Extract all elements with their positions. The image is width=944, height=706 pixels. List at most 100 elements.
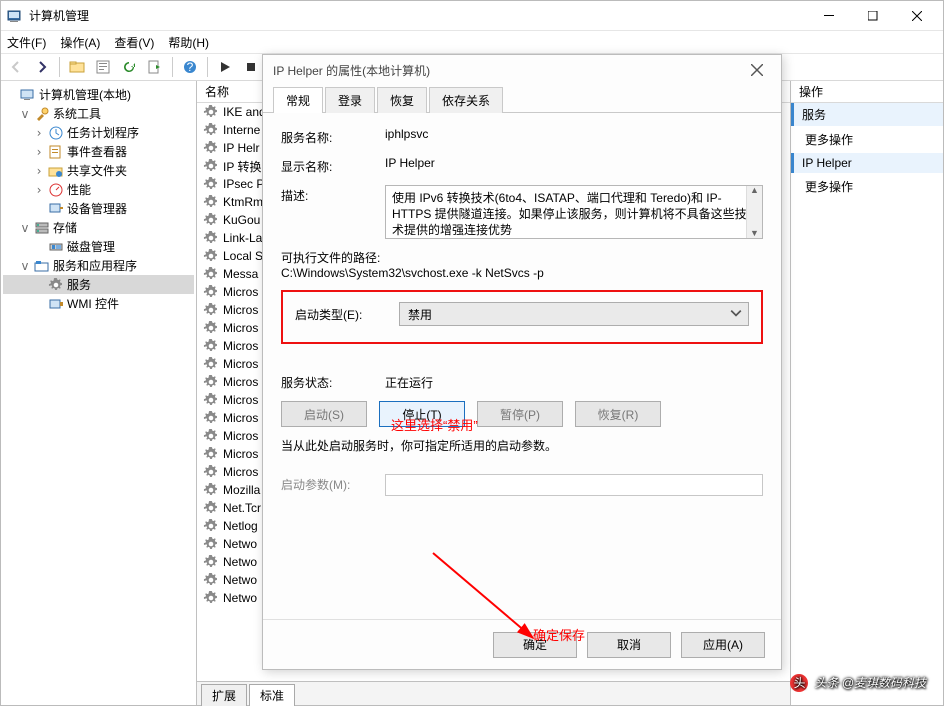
tree-system-tools[interactable]: v系统工具	[3, 104, 194, 123]
tree-disk-mgmt[interactable]: ·磁盘管理	[3, 237, 194, 256]
dialog-close-button[interactable]	[739, 57, 775, 83]
gear-icon	[203, 536, 219, 552]
help-button[interactable]: ?	[179, 56, 201, 78]
service-name: Micros	[223, 447, 258, 461]
actions-section-services[interactable]: 服务	[791, 103, 943, 126]
apps-icon	[34, 258, 50, 274]
gear-icon	[203, 140, 219, 156]
menu-action[interactable]: 操作(A)	[60, 34, 100, 51]
pause-button: 暂停(P)	[477, 401, 563, 427]
value-status: 正在运行	[385, 374, 433, 391]
gear-icon	[203, 446, 219, 462]
list-tab-standard[interactable]: 标准	[249, 684, 295, 706]
service-name: Netwo	[223, 537, 257, 551]
gear-icon	[203, 248, 219, 264]
navigation-tree[interactable]: ·计算机管理(本地) v系统工具 ›任务计划程序 ›事件查看器 ›共享文件夹 ›…	[1, 81, 197, 705]
tree-task-scheduler[interactable]: ›任务计划程序	[3, 123, 194, 142]
list-tab-extended[interactable]: 扩展	[201, 684, 247, 706]
service-name: Mozilla	[223, 483, 260, 497]
label-description: 描述:	[281, 185, 373, 204]
actions-header: 操作	[791, 81, 943, 103]
gear-icon	[203, 500, 219, 516]
service-name: Micros	[223, 303, 258, 317]
gear-icon	[203, 374, 219, 390]
gear-icon	[203, 176, 219, 192]
nav-back-button	[5, 56, 27, 78]
titlebar: 计算机管理	[1, 1, 943, 31]
label-exe-path: 可执行文件的路径:	[281, 249, 763, 266]
tree-services[interactable]: ·服务	[3, 275, 194, 294]
properties-dialog: IP Helper 的属性(本地计算机) 常规 登录 恢复 依存关系 服务名称:…	[262, 54, 782, 670]
startup-type-highlight: 启动类型(E): 禁用	[281, 290, 763, 344]
tree-shared-folders[interactable]: ›共享文件夹	[3, 161, 194, 180]
gear-icon	[203, 104, 219, 120]
tree-svc-apps[interactable]: v服务和应用程序	[3, 256, 194, 275]
tree-root[interactable]: ·计算机管理(本地)	[3, 85, 194, 104]
dialog-title: IP Helper 的属性(本地计算机)	[273, 62, 739, 79]
gear-icon	[203, 392, 219, 408]
refresh-button[interactable]	[118, 56, 140, 78]
nav-forward-button[interactable]	[31, 56, 53, 78]
service-name: Micros	[223, 465, 258, 479]
gear-icon	[203, 212, 219, 228]
tree-event-viewer[interactable]: ›事件查看器	[3, 142, 194, 161]
performance-icon	[48, 182, 64, 198]
gear-icon	[203, 572, 219, 588]
tools-icon	[34, 106, 50, 122]
value-description[interactable]: 使用 IPv6 转换技术(6to4、ISATAP、端口代理和 Teredo)和 …	[385, 185, 763, 239]
gear-icon	[203, 122, 219, 138]
menu-help[interactable]: 帮助(H)	[168, 34, 209, 51]
window-title: 计算机管理	[29, 7, 807, 24]
ok-button[interactable]: 确定	[493, 632, 577, 658]
service-name: IKE and	[223, 105, 266, 119]
service-name: Interne	[223, 123, 260, 137]
close-button[interactable]	[895, 2, 939, 30]
actions-more-2[interactable]: 更多操作	[791, 173, 943, 200]
folder-button[interactable]	[66, 56, 88, 78]
clock-icon	[48, 125, 64, 141]
startup-type-select[interactable]: 禁用	[399, 302, 749, 326]
tab-dependencies[interactable]: 依存关系	[429, 87, 503, 113]
service-name: IP Helr	[223, 141, 259, 155]
gear-icon	[203, 410, 219, 426]
tree-storage[interactable]: v存储	[3, 218, 194, 237]
value-display-name: IP Helper	[385, 156, 763, 170]
gear-icon	[203, 266, 219, 282]
menubar: 文件(F) 操作(A) 查看(V) 帮助(H)	[1, 31, 943, 53]
service-name: Netwo	[223, 591, 257, 605]
tab-recovery[interactable]: 恢复	[377, 87, 427, 113]
watermark: 头头条 @麦琪数码科技	[790, 671, 926, 692]
minimize-button[interactable]	[807, 2, 851, 30]
gear-icon	[203, 518, 219, 534]
gear-icon	[203, 428, 219, 444]
tree-wmi[interactable]: ·WMI 控件	[3, 294, 194, 313]
start-service-button[interactable]	[214, 56, 236, 78]
stop-service-button[interactable]	[240, 56, 262, 78]
stop-button[interactable]: 停止(T)	[379, 401, 465, 427]
gear-icon	[203, 230, 219, 246]
gear-icon	[203, 284, 219, 300]
cancel-button[interactable]: 取消	[587, 632, 671, 658]
tab-logon[interactable]: 登录	[325, 87, 375, 113]
label-service-name: 服务名称:	[281, 127, 373, 146]
actions-more-1[interactable]: 更多操作	[791, 126, 943, 153]
actions-section-iphelper[interactable]: IP Helper	[791, 153, 943, 173]
maximize-button[interactable]	[851, 2, 895, 30]
gear-icon	[203, 464, 219, 480]
gear-icon	[203, 590, 219, 606]
gear-icon	[203, 482, 219, 498]
service-name: IPsec P	[223, 177, 264, 191]
description-scrollbar[interactable]: ▲▼	[746, 186, 762, 238]
apply-button[interactable]: 应用(A)	[681, 632, 765, 658]
services-icon	[48, 277, 64, 293]
tab-general[interactable]: 常规	[273, 87, 323, 113]
menu-view[interactable]: 查看(V)	[114, 34, 154, 51]
menu-file[interactable]: 文件(F)	[7, 34, 46, 51]
service-name: Micros	[223, 393, 258, 407]
export-button[interactable]	[144, 56, 166, 78]
tree-device-manager[interactable]: ·设备管理器	[3, 199, 194, 218]
tree-performance[interactable]: ›性能	[3, 180, 194, 199]
properties-button[interactable]	[92, 56, 114, 78]
gear-icon	[203, 338, 219, 354]
start-params-input	[385, 474, 763, 496]
